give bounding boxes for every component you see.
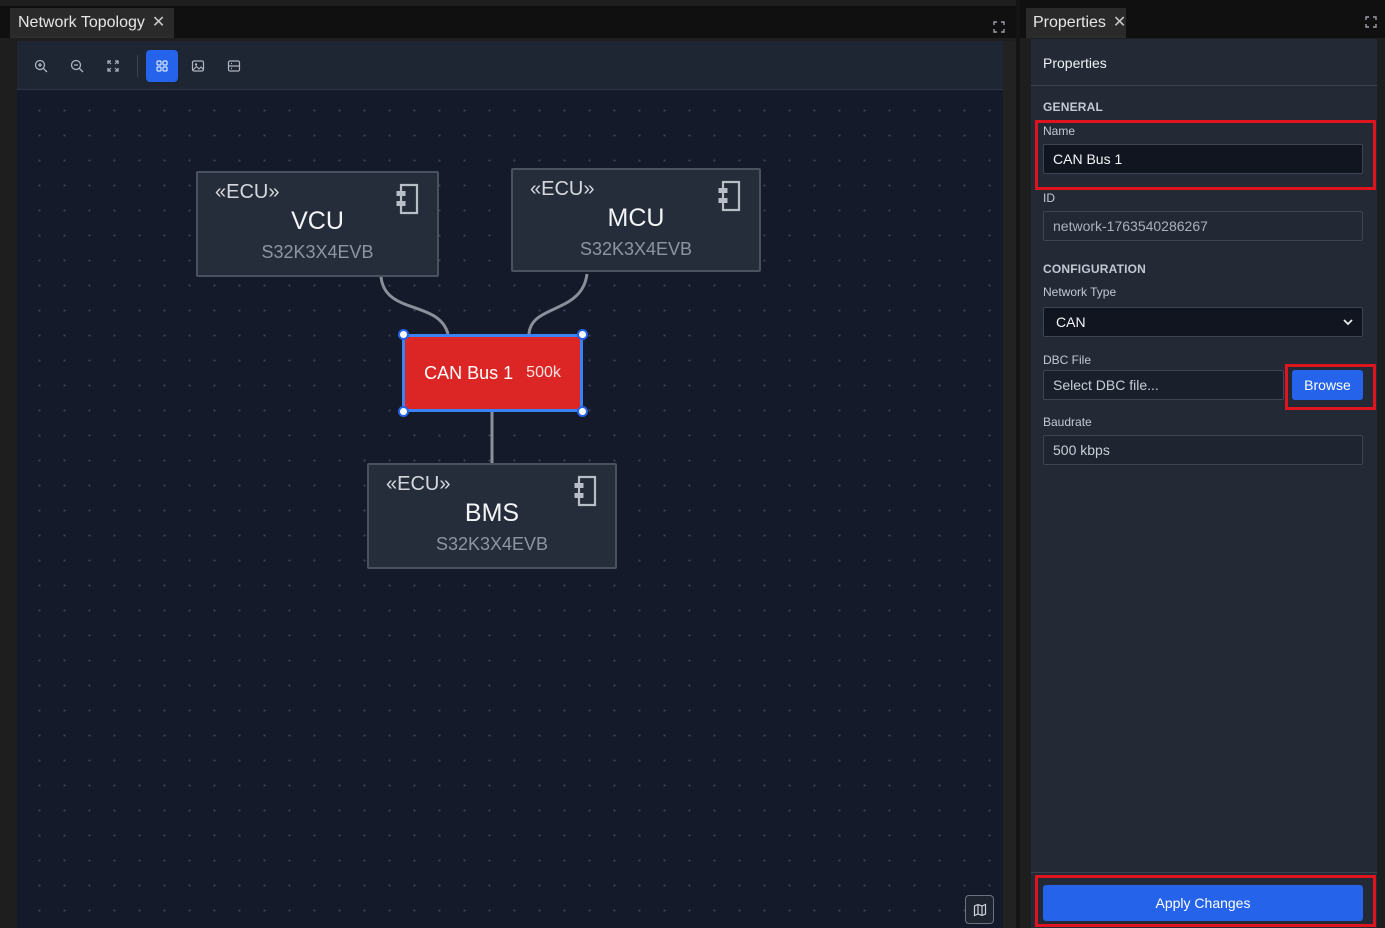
close-icon[interactable]: ✕ bbox=[152, 14, 165, 31]
component-icon bbox=[718, 180, 741, 212]
properties-panel: Properties ✕ Properties GENERAL Name CAN… bbox=[1020, 6, 1385, 928]
map-icon bbox=[973, 903, 986, 916]
edge-mcu-bus[interactable] bbox=[527, 273, 589, 335]
id-label: ID bbox=[1043, 191, 1055, 205]
right-tab-bar: Properties ✕ bbox=[1020, 6, 1385, 38]
apply-changes-button[interactable]: Apply Changes bbox=[1043, 885, 1363, 921]
resize-handle-bottom-right[interactable] bbox=[577, 406, 588, 417]
zoom-in-icon bbox=[34, 59, 48, 73]
ecu-stereotype: «ECU» bbox=[215, 181, 280, 203]
ecu-stereotype: «ECU» bbox=[530, 178, 595, 200]
name-label: Name bbox=[1043, 124, 1076, 138]
ecu-board: S32K3X4EVB bbox=[435, 534, 549, 554]
grid-layout-button[interactable] bbox=[146, 50, 178, 82]
left-tab-bar: Network Topology ✕ bbox=[0, 6, 1016, 38]
dbc-file-input[interactable]: Select DBC file... bbox=[1043, 370, 1284, 400]
properties-header: Properties bbox=[1031, 39, 1377, 86]
resize-handle-top-right[interactable] bbox=[577, 329, 588, 340]
footer-divider bbox=[1031, 872, 1377, 873]
edge-vcu-bus[interactable] bbox=[379, 276, 450, 335]
ecu-board: S32K3X4EVB bbox=[579, 239, 693, 259]
section-configuration: CONFIGURATION bbox=[1043, 262, 1147, 276]
dbc-file-label: DBC File bbox=[1043, 353, 1092, 367]
network-topology-panel: Network Topology ✕ «ECU» VCU S32K3X4EVB … bbox=[0, 0, 1016, 928]
section-general: GENERAL bbox=[1043, 100, 1104, 114]
maximize-icon[interactable] bbox=[993, 21, 1005, 33]
name-field[interactable]: CAN Bus 1 bbox=[1043, 144, 1363, 174]
ecu-board: S32K3X4EVB bbox=[261, 242, 374, 262]
tab-network-topology[interactable]: Network Topology ✕ bbox=[10, 8, 174, 38]
diagram-canvas[interactable]: «ECU» VCU S32K3X4EVB «ECU» MCU S32K3X4EV… bbox=[17, 90, 1003, 928]
component-icon bbox=[574, 475, 597, 507]
component-icon bbox=[396, 183, 419, 215]
zoom-in-button[interactable] bbox=[25, 50, 57, 82]
zoom-out-icon bbox=[70, 59, 84, 73]
tab-properties[interactable]: Properties ✕ bbox=[1026, 8, 1126, 38]
bus-speed: 500k bbox=[526, 364, 561, 381]
grid-icon bbox=[156, 60, 168, 72]
tab-title: Network Topology bbox=[18, 13, 145, 31]
maximize-icon[interactable] bbox=[1365, 16, 1377, 28]
minimap-toggle-button[interactable] bbox=[965, 895, 994, 924]
canvas-scrollbar[interactable] bbox=[1003, 41, 1016, 928]
tab-title: Properties bbox=[1033, 13, 1106, 31]
split-rows-icon bbox=[227, 60, 241, 72]
fit-view-icon bbox=[107, 60, 119, 72]
fit-view-button[interactable] bbox=[97, 50, 129, 82]
ecu-node-vcu[interactable]: «ECU» VCU S32K3X4EVB bbox=[196, 171, 439, 277]
chevron-down-icon bbox=[1343, 319, 1353, 326]
export-image-button[interactable] bbox=[182, 50, 214, 82]
properties-title: Properties bbox=[1043, 55, 1107, 71]
bus-name: CAN Bus 1 bbox=[424, 362, 514, 383]
can-bus-node[interactable]: CAN Bus 1 500k bbox=[402, 334, 583, 412]
resize-handle-top-left[interactable] bbox=[398, 329, 409, 340]
browse-button[interactable]: Browse bbox=[1292, 370, 1363, 400]
zoom-out-button[interactable] bbox=[61, 50, 93, 82]
topology-canvas: «ECU» VCU S32K3X4EVB «ECU» MCU S32K3X4EV… bbox=[17, 41, 1003, 928]
close-icon[interactable]: ✕ bbox=[1113, 14, 1126, 31]
toolbar-separator bbox=[137, 55, 138, 77]
image-icon bbox=[191, 60, 205, 72]
ecu-stereotype: «ECU» bbox=[386, 473, 451, 495]
resize-handle-bottom-left[interactable] bbox=[398, 406, 409, 417]
ecu-node-bms[interactable]: «ECU» BMS S32K3X4EVB bbox=[367, 463, 617, 569]
ecu-node-mcu[interactable]: «ECU» MCU S32K3X4EVB bbox=[511, 168, 761, 272]
baudrate-field[interactable]: 500 kbps bbox=[1043, 435, 1363, 465]
network-type-select[interactable]: CAN bbox=[1043, 307, 1363, 337]
properties-form: Properties GENERAL Name CAN Bus 1 ID net… bbox=[1031, 39, 1377, 928]
split-view-button[interactable] bbox=[218, 50, 250, 82]
canvas-toolbar bbox=[17, 41, 1003, 90]
network-type-value: CAN bbox=[1056, 314, 1086, 330]
network-type-label: Network Type bbox=[1043, 285, 1117, 299]
baudrate-label: Baudrate bbox=[1043, 415, 1092, 429]
id-field: network-1763540286267 bbox=[1043, 211, 1363, 241]
